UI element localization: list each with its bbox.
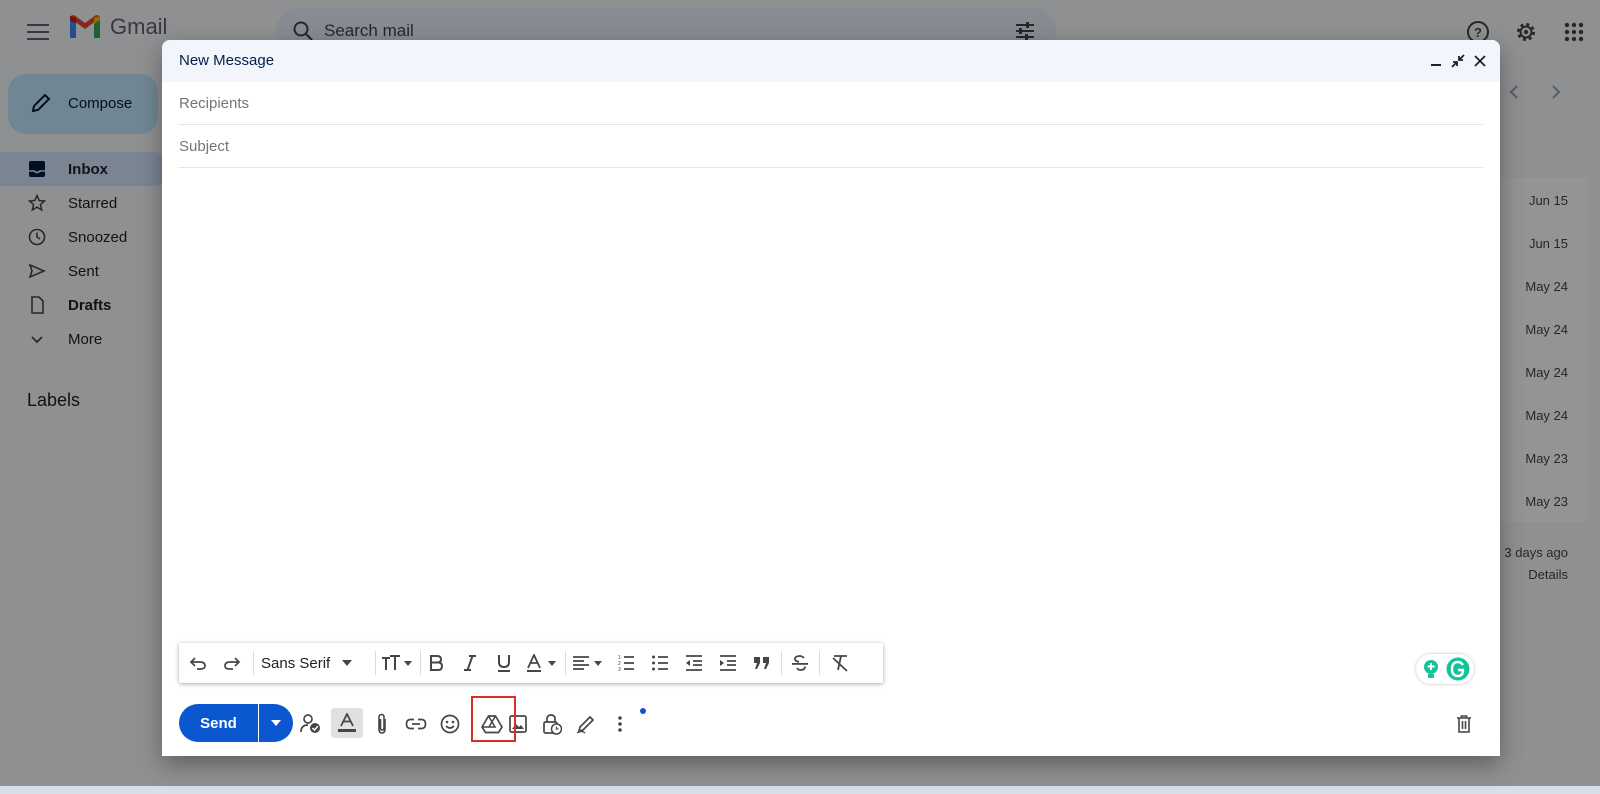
trash-icon bbox=[1457, 715, 1471, 733]
attach-files-button[interactable] bbox=[368, 710, 396, 738]
person-check-icon bbox=[300, 714, 320, 733]
more-vert-icon bbox=[618, 716, 622, 732]
send-button-group: Send bbox=[179, 704, 293, 742]
toolbar-divider bbox=[420, 651, 421, 675]
send-options-button[interactable] bbox=[259, 704, 293, 742]
lock-clock-icon bbox=[543, 714, 562, 735]
font-size-button[interactable] bbox=[379, 651, 417, 675]
formatting-toolbar: Sans Serif 123 bbox=[179, 643, 883, 683]
caret-down-icon bbox=[342, 660, 353, 666]
bold-icon bbox=[430, 655, 444, 671]
formatting-options-button[interactable] bbox=[331, 708, 363, 738]
italic-icon bbox=[464, 655, 476, 671]
toolbar-divider bbox=[253, 651, 254, 675]
bottom-strip bbox=[0, 786, 1600, 794]
redo-button[interactable] bbox=[219, 651, 245, 675]
recipient-check-button[interactable] bbox=[297, 710, 325, 738]
remove-formatting-button[interactable] bbox=[827, 651, 853, 675]
undo-button[interactable] bbox=[185, 651, 211, 675]
quote-button[interactable] bbox=[749, 651, 775, 675]
align-button[interactable] bbox=[571, 651, 607, 675]
signature-pen-icon bbox=[576, 715, 595, 734]
link-icon bbox=[405, 718, 427, 730]
paperclip-icon bbox=[378, 713, 386, 734]
undo-icon bbox=[189, 657, 206, 670]
grammarly-widget[interactable] bbox=[1416, 654, 1474, 684]
quote-icon bbox=[754, 657, 769, 669]
bulleted-list-icon bbox=[652, 655, 668, 671]
indent-more-icon bbox=[720, 655, 736, 671]
subject-row bbox=[179, 125, 1483, 168]
font-family-value: Sans Serif bbox=[261, 654, 331, 672]
grammarly-bulb-icon bbox=[1424, 660, 1438, 678]
minimize-button[interactable] bbox=[1427, 52, 1445, 70]
bulleted-list-button[interactable] bbox=[647, 651, 673, 675]
strikethrough-button[interactable] bbox=[787, 651, 813, 675]
indent-less-button[interactable] bbox=[681, 651, 707, 675]
redo-icon bbox=[224, 657, 241, 670]
strikethrough-icon bbox=[792, 655, 808, 671]
bold-button[interactable] bbox=[423, 651, 449, 675]
minimize-icon bbox=[1431, 64, 1441, 66]
send-button[interactable]: Send bbox=[179, 704, 258, 742]
toolbar-divider bbox=[565, 651, 566, 675]
svg-text:3: 3 bbox=[618, 667, 621, 672]
exit-fullscreen-button[interactable] bbox=[1449, 52, 1467, 70]
subject-input[interactable] bbox=[179, 125, 1483, 167]
insert-link-button[interactable] bbox=[402, 710, 430, 738]
toolbar-divider bbox=[375, 651, 376, 675]
font-size-icon bbox=[382, 655, 412, 670]
message-body[interactable] bbox=[179, 212, 1483, 672]
emoji-icon bbox=[440, 714, 460, 734]
toolbar-divider bbox=[819, 651, 820, 675]
close-button[interactable] bbox=[1471, 52, 1489, 70]
underline-icon bbox=[498, 655, 510, 672]
numbered-list-icon: 123 bbox=[618, 655, 634, 672]
indent-more-button[interactable] bbox=[715, 651, 741, 675]
confidential-mode-button[interactable] bbox=[538, 710, 566, 738]
recipients-row bbox=[179, 82, 1483, 125]
toolbar-divider bbox=[781, 651, 782, 675]
more-options-button[interactable] bbox=[606, 710, 634, 738]
italic-button[interactable] bbox=[457, 651, 483, 675]
compose-title: New Message bbox=[179, 52, 275, 69]
font-family-select[interactable]: Sans Serif bbox=[261, 651, 353, 675]
compose-header[interactable]: New Message bbox=[162, 40, 1500, 82]
underline-button[interactable] bbox=[491, 651, 517, 675]
notification-dot bbox=[640, 708, 646, 714]
exit-fullscreen-icon bbox=[1451, 54, 1465, 68]
compose-dialog: New Message Sans Serif bbox=[162, 40, 1500, 756]
caret-down-icon bbox=[271, 720, 281, 726]
grammarly-logo-icon bbox=[1446, 657, 1470, 681]
recipients-input[interactable] bbox=[179, 82, 1483, 124]
close-icon bbox=[1474, 55, 1486, 67]
numbered-list-button[interactable]: 123 bbox=[613, 651, 639, 675]
indent-less-icon bbox=[686, 655, 702, 671]
text-format-icon bbox=[338, 713, 356, 732]
insert-emoji-button[interactable] bbox=[436, 710, 464, 738]
insert-signature-button[interactable] bbox=[572, 710, 600, 738]
discard-draft-button[interactable] bbox=[1450, 710, 1478, 738]
text-color-button[interactable] bbox=[525, 651, 561, 675]
text-color-icon bbox=[527, 654, 556, 672]
drive-button-highlight bbox=[471, 696, 516, 742]
remove-formatting-icon bbox=[832, 655, 848, 672]
align-left-icon bbox=[573, 656, 602, 670]
